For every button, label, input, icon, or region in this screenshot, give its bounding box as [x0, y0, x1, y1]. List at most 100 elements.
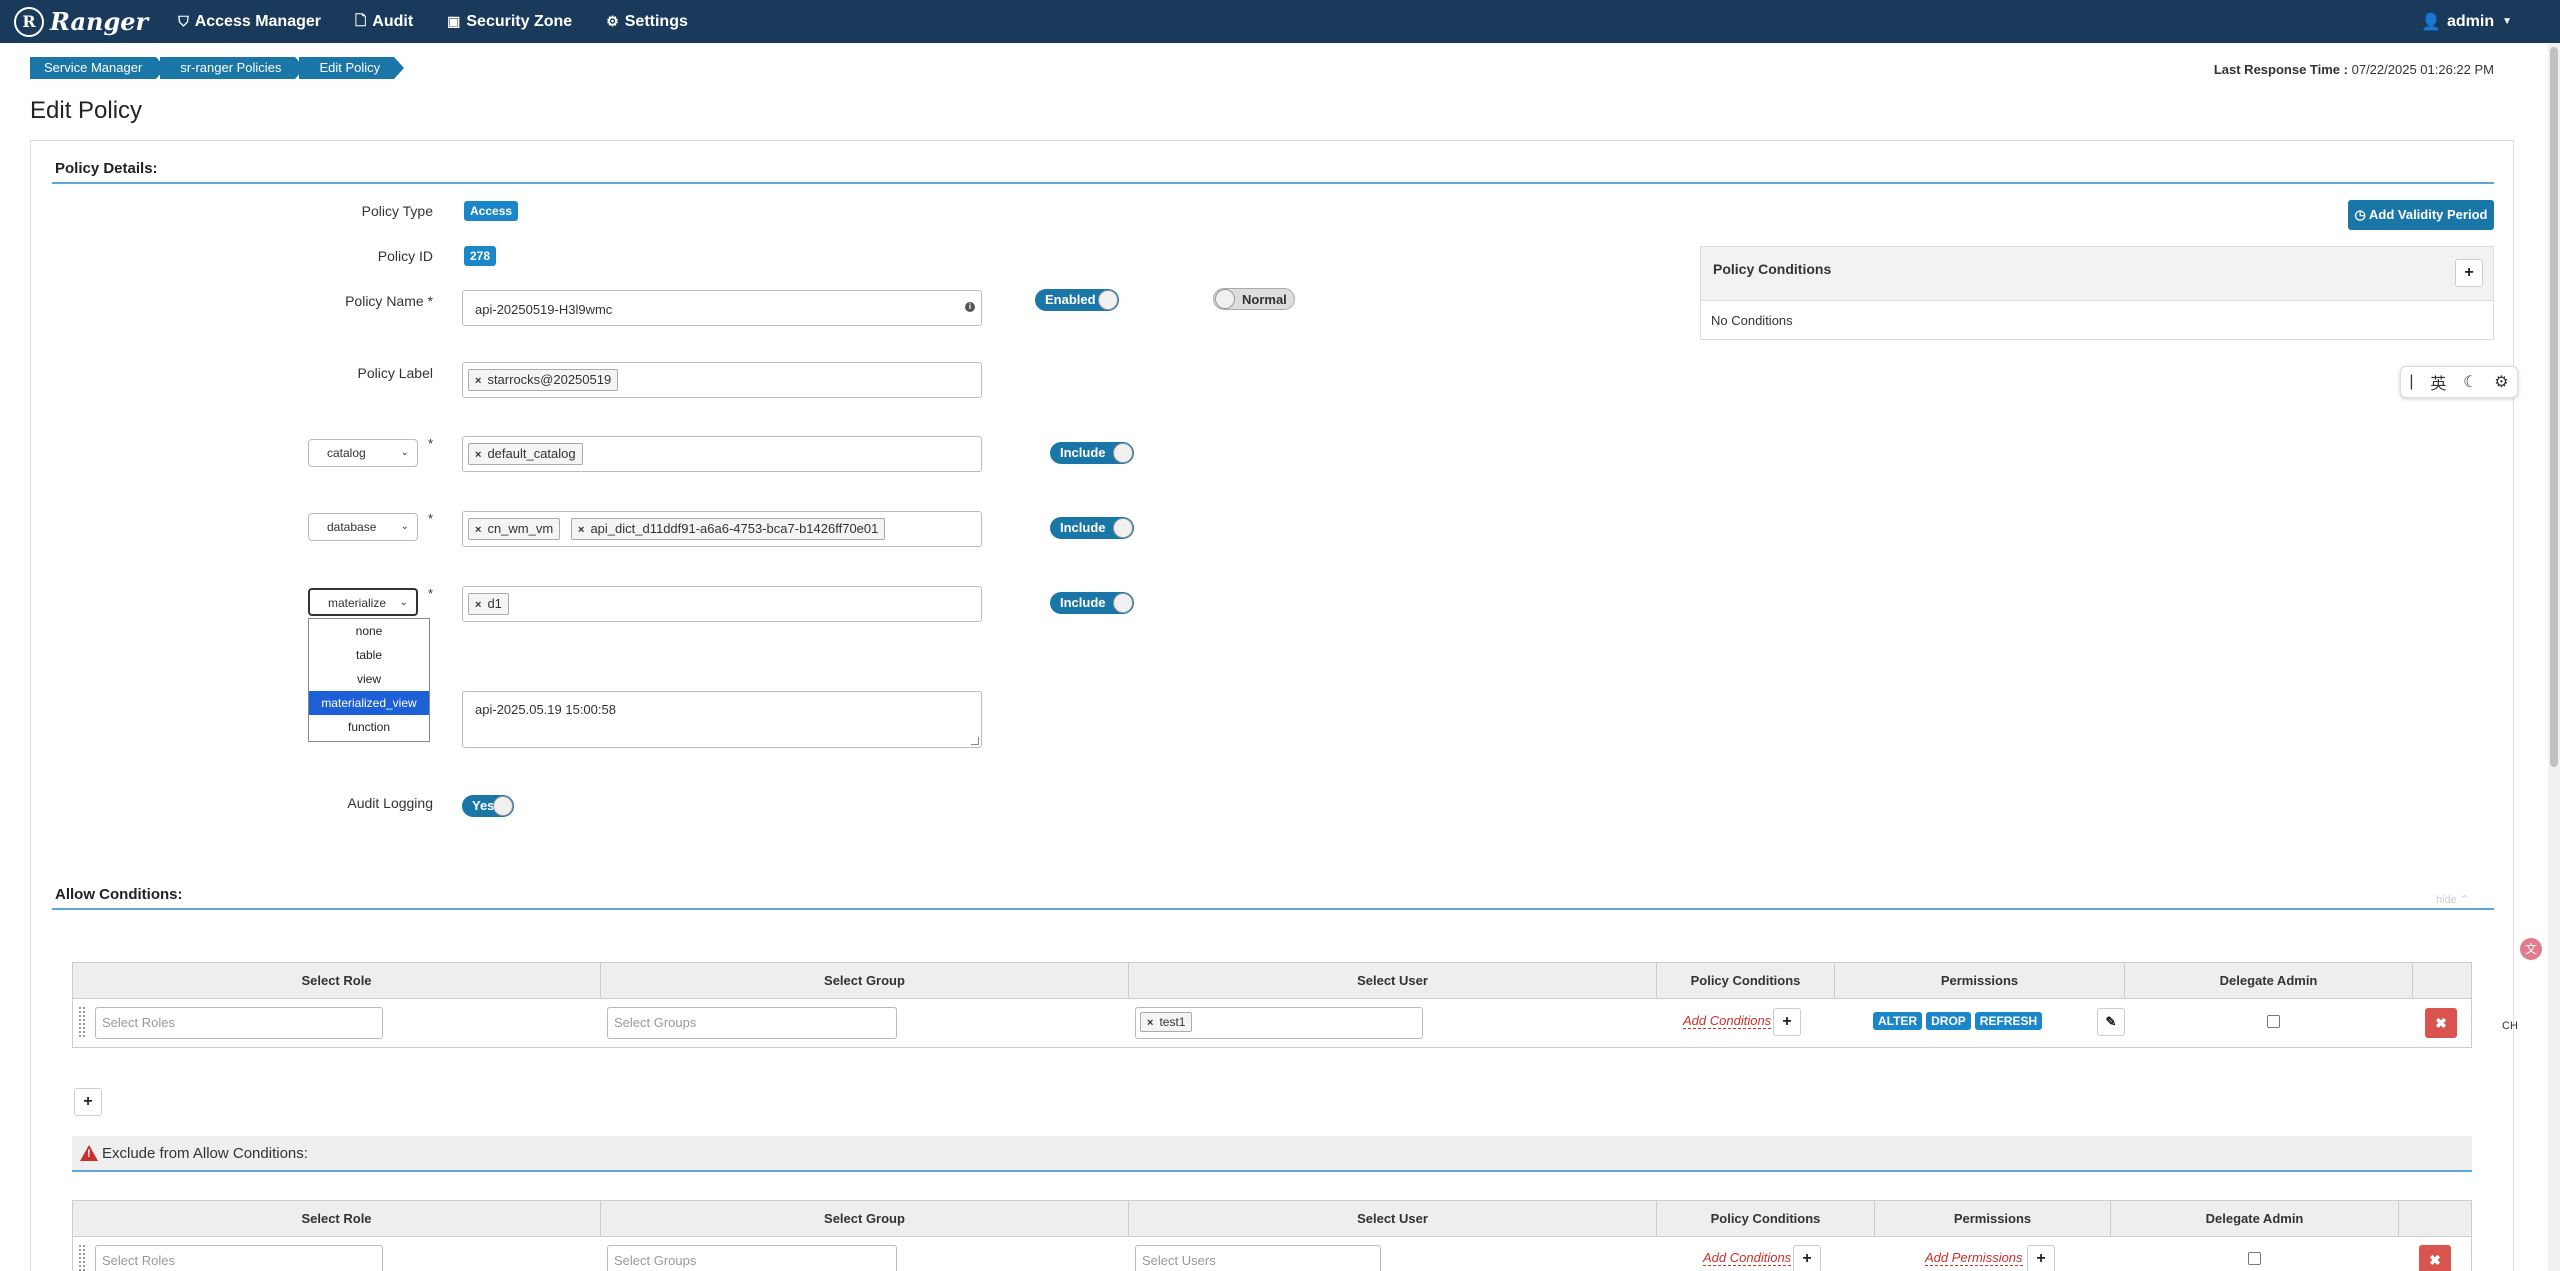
translate-badge-icon[interactable]: 文	[2520, 938, 2542, 960]
ranger-logo-icon: R	[14, 6, 44, 37]
delegate-admin-checkbox[interactable]	[2267, 1015, 2280, 1028]
user-name: admin	[2446, 12, 2495, 30]
scrollbar-thumb[interactable]	[2550, 47, 2558, 767]
info-icon: i	[965, 302, 975, 312]
delete-row-button[interactable]: ✖	[2419, 1245, 2451, 1271]
normal-toggle[interactable]: Normal	[1213, 288, 1295, 310]
select-roles-input[interactable]: Select Roles	[95, 1245, 383, 1271]
enabled-toggle[interactable]: Enabled	[1035, 289, 1119, 311]
policy-label-input[interactable]: × starrocks@20250519	[462, 362, 982, 398]
ime-language-toggle[interactable]: 英	[2430, 370, 2446, 394]
required-mark: *	[428, 436, 434, 451]
breadcrumb-policies[interactable]: sr-ranger Policies	[160, 57, 306, 79]
resource-type-select-database[interactable]: database ⌄	[308, 513, 418, 541]
remove-tag-icon[interactable]: ×	[475, 524, 481, 536]
gear-icon[interactable]: ⚙	[2494, 372, 2508, 392]
user-menu[interactable]: 👤 admin ▼	[2421, 0, 2512, 43]
description-textarea[interactable]: api-2025.05.19 15:00:58	[462, 691, 982, 748]
select-users-input[interactable]: Select Users	[1135, 1245, 1381, 1271]
include-label: Include	[1060, 595, 1106, 610]
drag-handle-icon[interactable]	[79, 1007, 85, 1037]
delete-row-button[interactable]: ✖	[2425, 1008, 2457, 1038]
breadcrumb-service-manager[interactable]: Service Manager	[30, 57, 167, 79]
hide-allow-conditions-link[interactable]: hide ⌃	[2436, 893, 2469, 906]
policy-label-label: Policy Label	[357, 365, 434, 381]
user-tag-text: test1	[1159, 1015, 1186, 1029]
breadcrumb-edit-policy[interactable]: Edit Policy	[299, 57, 404, 79]
nav-settings[interactable]: ⚙ Settings	[606, 13, 688, 31]
add-condition-button[interactable]: +	[1793, 1245, 1821, 1271]
allow-conditions-divider	[52, 908, 2494, 910]
toggle-knob	[1098, 290, 1118, 310]
database-include-toggle[interactable]: Include	[1050, 517, 1134, 539]
delegate-admin-checkbox[interactable]	[2248, 1252, 2261, 1265]
dropdown-option-function[interactable]: function	[309, 715, 429, 739]
col-select-group: Select Group	[601, 1201, 1129, 1236]
policy-name-value: api-20250519-H3l9wmc	[475, 302, 613, 317]
resize-handle-icon[interactable]	[971, 737, 979, 745]
audit-logging-toggle[interactable]: Yes	[462, 795, 514, 817]
nav-audit[interactable]: 🗋 Audit	[355, 10, 413, 34]
policy-name-input[interactable]: api-20250519-H3l9wmc i	[462, 290, 982, 326]
shield-icon: ⛉	[178, 13, 189, 29]
add-validity-period-button[interactable]: ◷ Add Validity Period	[2348, 200, 2494, 230]
remove-tag-icon[interactable]: ×	[475, 375, 481, 387]
dropdown-option-view[interactable]: view	[309, 667, 429, 691]
select-users-input[interactable]: × test1	[1135, 1007, 1423, 1039]
resource-type-select-catalog[interactable]: catalog ⌄	[308, 439, 418, 467]
materialized-include-toggle[interactable]: Include	[1050, 592, 1134, 614]
remove-tag-icon[interactable]: ×	[578, 524, 584, 536]
include-label: Include	[1060, 445, 1106, 460]
cursor-icon[interactable]: |	[2409, 373, 2413, 391]
remove-tag-icon[interactable]: ×	[475, 449, 481, 461]
allow-conditions-title: Allow Conditions:	[55, 886, 183, 903]
page-title: Edit Policy	[30, 97, 143, 124]
catalog-values-input[interactable]: × default_catalog	[462, 436, 982, 472]
drag-handle-icon[interactable]	[79, 1245, 85, 1271]
nav-access-manager[interactable]: ⛉ Access Manager	[178, 13, 321, 31]
exclude-table-header: Select Role Select Group Select User Pol…	[73, 1201, 2471, 1237]
edit-permissions-pencil-icon[interactable]: ✎	[2097, 1008, 2125, 1036]
add-conditions-link[interactable]: Add Conditions	[1683, 1013, 1772, 1029]
response-time-value: 07/22/2025 01:26:22 PM	[2351, 62, 2494, 77]
remove-tag-icon[interactable]: ×	[1147, 1017, 1153, 1029]
materialized-values-input[interactable]: × d1	[462, 586, 982, 622]
col-select-user: Select User	[1129, 1201, 1657, 1236]
col-select-role: Select Role	[73, 1201, 601, 1236]
add-conditions-link[interactable]: Add Conditions	[1703, 1250, 1792, 1266]
resource-value-tag: × d1	[468, 593, 509, 615]
add-allow-condition-row-button[interactable]: +	[74, 1088, 102, 1116]
top-navbar: R Ranger ⛉ Access Manager 🗋 Audit ▣ Secu…	[0, 0, 2560, 43]
resource-type-dropdown: none table view materialized_view functi…	[308, 618, 430, 742]
moon-icon[interactable]: ☾	[2463, 372, 2477, 392]
policy-id-label: Policy ID	[377, 248, 433, 264]
page-scrollbar[interactable]	[2548, 43, 2560, 1271]
select-groups-input[interactable]: Select Groups	[607, 1007, 897, 1039]
resource-value-text: cn_wm_vm	[487, 521, 554, 536]
select-groups-input[interactable]: Select Groups	[607, 1245, 897, 1271]
catalog-include-toggle[interactable]: Include	[1050, 442, 1134, 464]
brand-name: Ranger	[50, 7, 149, 36]
add-validity-period-label: Add Validity Period	[2369, 207, 2488, 222]
brand[interactable]: R Ranger	[14, 6, 149, 37]
dropdown-option-table[interactable]: table	[309, 643, 429, 667]
database-values-input[interactable]: × cn_wm_vm × api_dict_d11ddf91-a6a6-4753-b…	[462, 511, 982, 547]
nav-security-zone[interactable]: ▣ Security Zone	[447, 13, 572, 31]
resource-value-text: default_catalog	[487, 446, 576, 461]
add-permission-button[interactable]: +	[2027, 1245, 2055, 1271]
select-roles-input[interactable]: Select Roles	[95, 1007, 383, 1039]
policy-type-badge: Access	[464, 201, 519, 221]
resource-type-select-materialized[interactable]: materialize ⌄	[308, 588, 418, 616]
remove-tag-icon[interactable]: ×	[475, 599, 481, 611]
add-condition-button[interactable]: +	[1773, 1008, 1801, 1036]
user-icon: 👤	[2421, 13, 2441, 31]
chevron-down-icon: ⌄	[400, 447, 409, 458]
include-label: Include	[1060, 520, 1106, 535]
add-permissions-link[interactable]: Add Permissions	[1925, 1250, 2023, 1266]
resource-value-tag: × cn_wm_vm	[468, 518, 561, 540]
dropdown-option-materialized-view[interactable]: materialized_view	[309, 691, 429, 715]
policy-label-tag-text: starrocks@20250519	[487, 372, 612, 387]
dropdown-option-none[interactable]: none	[309, 619, 429, 643]
add-policy-condition-button[interactable]: +	[2455, 259, 2483, 287]
resource-value-tag: × default_catalog	[468, 443, 583, 465]
